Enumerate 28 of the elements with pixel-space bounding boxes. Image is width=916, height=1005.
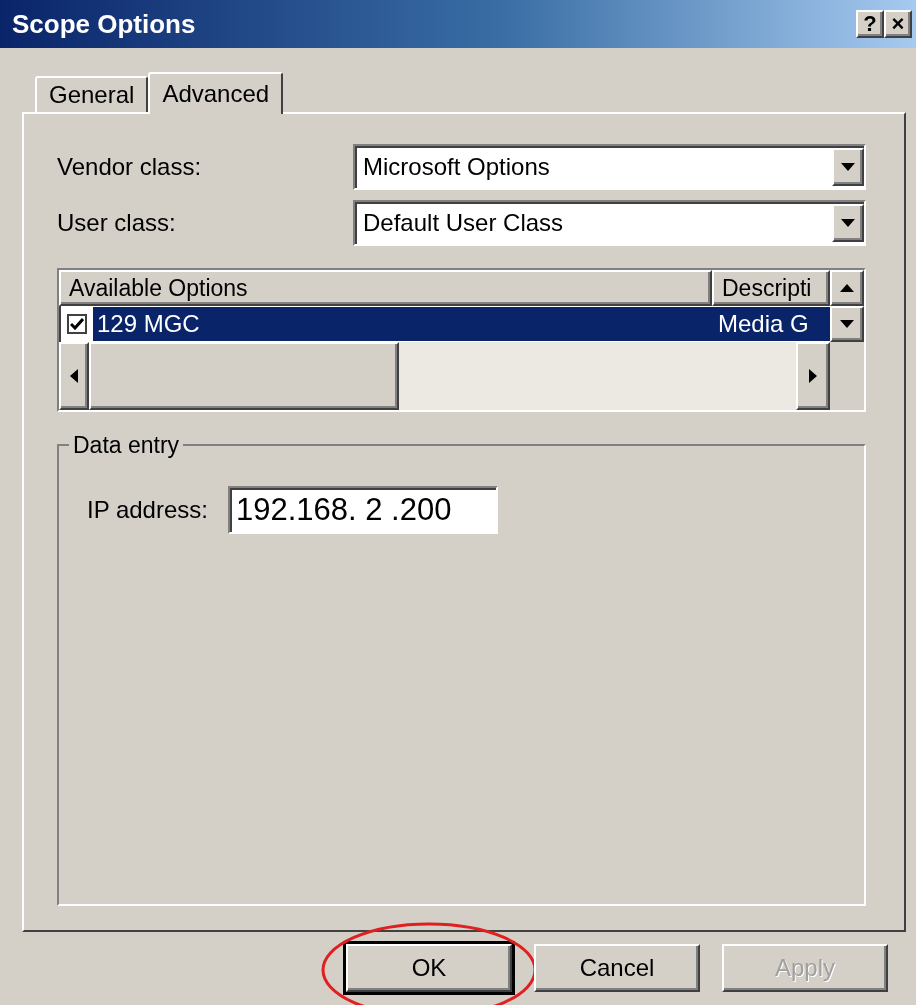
dropdown-arrow-icon <box>841 163 855 171</box>
checkbox[interactable] <box>67 314 87 334</box>
field-label: User class: <box>57 209 177 237</box>
ip-address-field[interactable]: 192.168. 2 .200 <box>227 486 498 534</box>
dialog-button[interactable]: Cancel <box>534 944 700 992</box>
dropdown-arrow-icon <box>841 219 855 227</box>
title-bar-button[interactable]: ? <box>856 10 884 38</box>
up-arrow-icon <box>840 284 854 292</box>
field-label: IP address: <box>87 496 208 524</box>
down-arrow-icon <box>840 320 854 328</box>
scroll-down-button[interactable] <box>830 306 864 342</box>
column-header[interactable]: Available Options <box>59 270 712 306</box>
dialog-button[interactable]: OK <box>346 944 512 992</box>
tab[interactable]: Advanced <box>148 72 284 114</box>
window-title: Scope Options <box>12 8 197 40</box>
tab[interactable]: General <box>35 76 149 112</box>
field-label: Vendor class: <box>57 153 203 181</box>
list-row[interactable]: 129 MGC Media G <box>93 307 830 341</box>
title-bar-button[interactable]: × <box>884 10 912 38</box>
horizontal-scrollbar[interactable] <box>59 342 864 410</box>
dropdown[interactable]: Default User Class <box>353 200 866 246</box>
column-header[interactable]: Descripti <box>712 270 830 306</box>
scroll-up-button[interactable] <box>830 270 864 306</box>
right-arrow-icon <box>809 369 817 383</box>
dropdown[interactable]: Microsoft Options <box>353 144 866 190</box>
scrollbar-corner <box>830 342 864 410</box>
scroll-thumb[interactable] <box>89 342 399 410</box>
left-arrow-icon <box>70 369 78 383</box>
